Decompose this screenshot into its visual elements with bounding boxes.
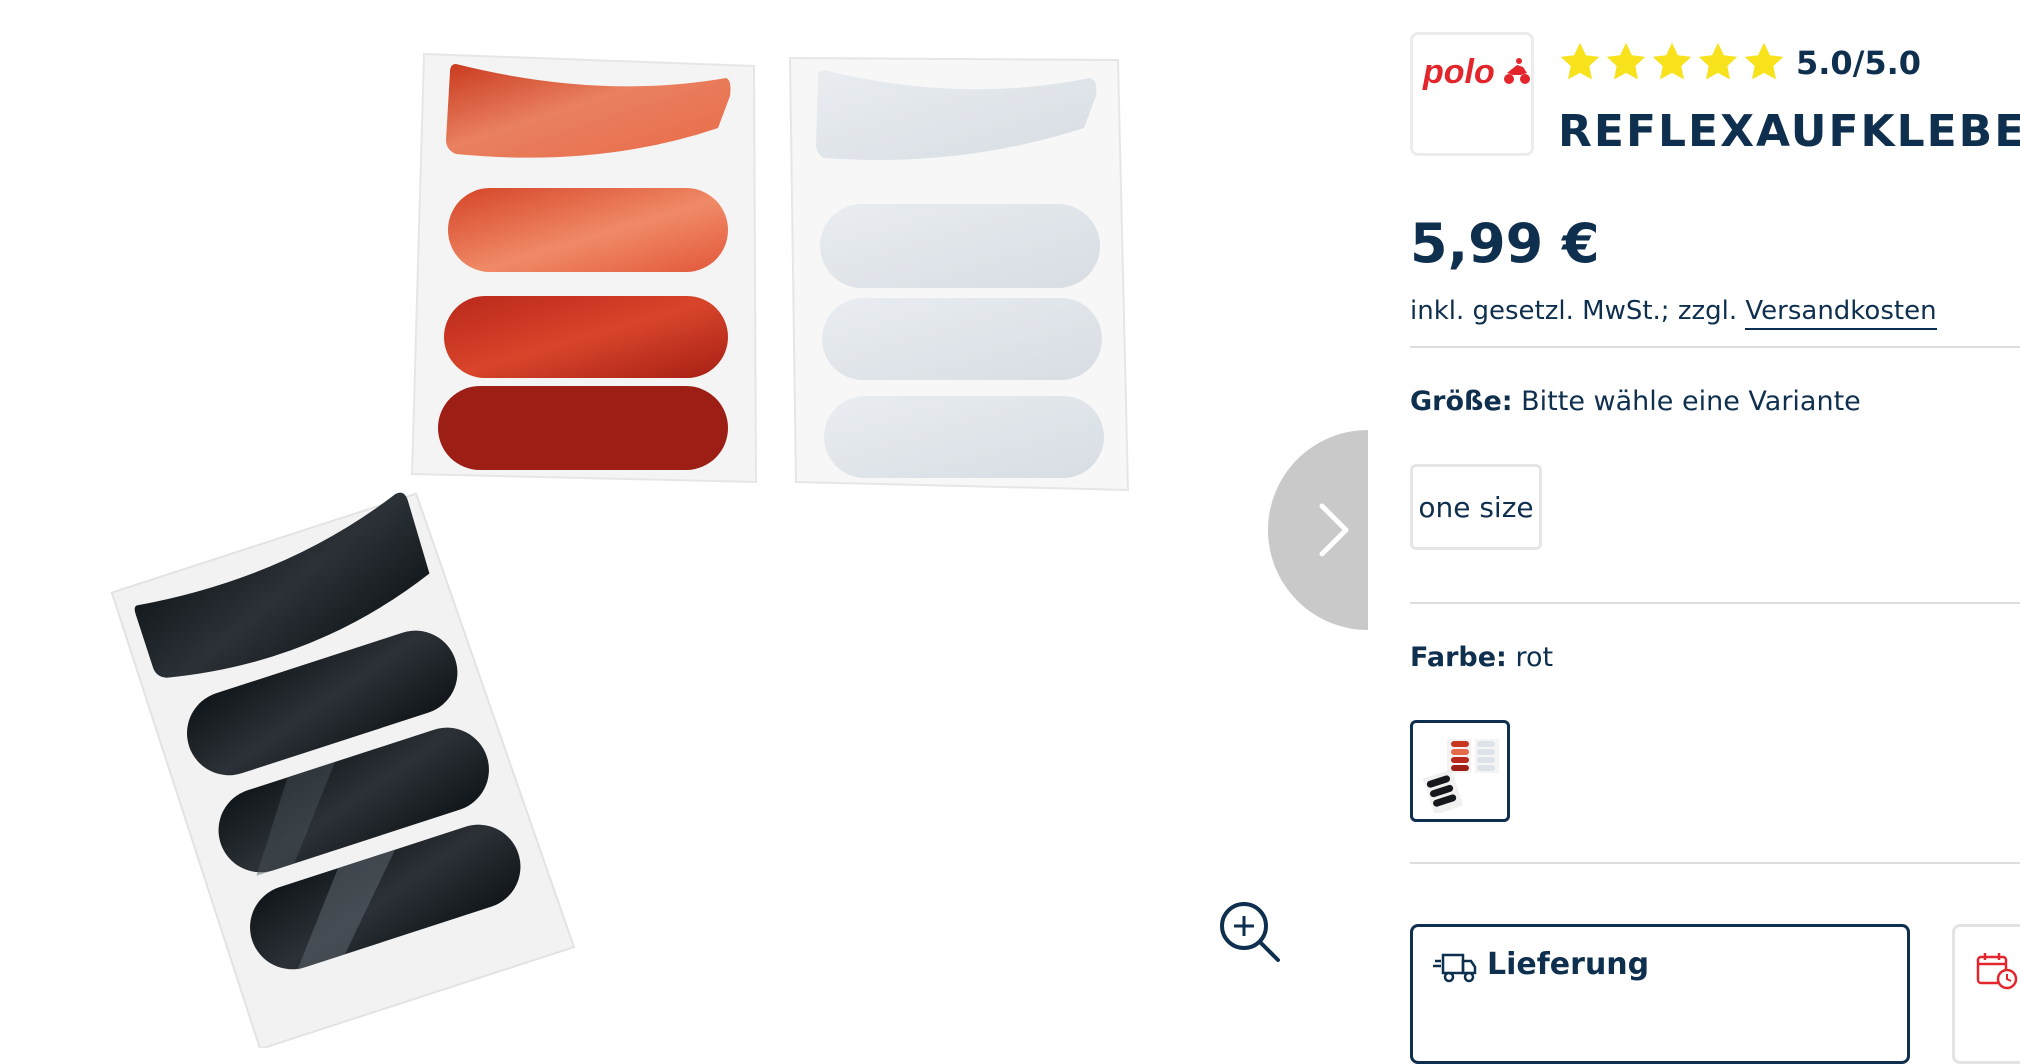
brand-logo-box[interactable]: polo bbox=[1410, 32, 1534, 156]
brand-logo-text: polo bbox=[1422, 53, 1495, 91]
star-icon bbox=[1560, 42, 1600, 80]
tax-text: inkl. gesetzl. MwSt.; zzgl. bbox=[1410, 296, 1738, 326]
delivery-title: Lieferung bbox=[1487, 947, 1650, 982]
star-icon bbox=[1606, 42, 1646, 80]
divider bbox=[1410, 862, 2020, 864]
size-value: Bitte wähle eine Variante bbox=[1521, 386, 1861, 417]
zoom-button[interactable] bbox=[1218, 900, 1282, 964]
star-icon bbox=[1698, 42, 1738, 80]
polo-brand-logo: polo bbox=[1422, 53, 1530, 91]
delivery-option-card[interactable]: Lieferung bbox=[1410, 924, 1910, 1064]
divider bbox=[1410, 346, 2020, 348]
product-title: REFLEXAUFKLEBER bbox=[1558, 106, 2020, 157]
star-icon bbox=[1744, 42, 1784, 80]
color-label-row: Farbe: rot bbox=[1410, 642, 1553, 673]
next-image-button[interactable] bbox=[1268, 430, 1368, 630]
silver-sticker-sheet bbox=[788, 56, 1130, 492]
rating-stars bbox=[1558, 40, 1786, 86]
size-option-one-size[interactable]: one size bbox=[1410, 464, 1542, 550]
red-sticker-sheet bbox=[410, 52, 758, 484]
chevron-right-icon bbox=[1319, 503, 1349, 557]
size-label-row: Größe: Bitte wähle eine Variante bbox=[1410, 386, 1861, 417]
color-value: rot bbox=[1515, 642, 1554, 673]
pickup-option-card[interactable] bbox=[1952, 924, 2020, 1064]
tax-info: inkl. gesetzl. MwSt.; zzgl. Versandkoste… bbox=[1410, 296, 1937, 330]
color-swatch-rot[interactable] bbox=[1410, 720, 1510, 822]
divider bbox=[1410, 602, 2020, 604]
size-label: Größe: bbox=[1410, 386, 1513, 417]
shipping-costs-link[interactable]: Versandkosten bbox=[1745, 296, 1937, 330]
color-label: Farbe: bbox=[1410, 642, 1507, 673]
zoom-in-icon bbox=[1220, 902, 1280, 962]
delivery-truck-icon bbox=[1433, 953, 1477, 983]
black-sticker-sheet bbox=[110, 492, 576, 1048]
star-icon bbox=[1652, 42, 1692, 80]
product-gallery bbox=[0, 0, 1368, 1048]
product-image bbox=[110, 52, 1130, 1048]
rating-text[interactable]: 5.0/5.0 bbox=[1796, 44, 1921, 82]
calendar-clock-icon bbox=[1976, 953, 2018, 990]
swatch-thumbnail bbox=[1422, 739, 1499, 813]
product-price: 5,99 € bbox=[1410, 212, 1600, 275]
